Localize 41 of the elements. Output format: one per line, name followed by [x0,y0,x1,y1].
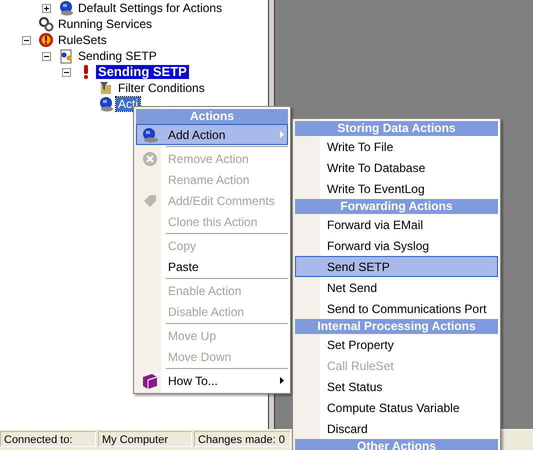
menu-item[interactable]: Add Action [136,124,288,145]
menu-item[interactable]: How To... [136,370,288,391]
menu-item[interactable]: Net Send [295,277,498,298]
menu-header: Storing Data Actions [295,121,498,136]
globe-icon [141,126,159,142]
collapse-icon[interactable] [62,68,71,76]
menu-header: Other Actions [295,439,498,450]
globe-icon [98,96,114,112]
gears-icon [38,16,54,32]
menu-item[interactable]: Set Property [295,334,498,355]
menu-item[interactable]: Send to Communications Port [295,298,498,319]
tag-icon [142,192,158,208]
remove-icon [142,150,158,166]
collapse-icon[interactable] [22,36,31,44]
globe-icon [58,0,74,16]
menu-item[interactable]: Set Status [295,376,498,397]
document-icon [58,48,74,64]
tree-item[interactable]: Running Services [56,17,154,31]
menu-item[interactable]: Write To EventLog [295,178,498,199]
filter-icon [98,80,114,96]
menu-header: Forwarding Actions [295,199,498,214]
menu-item[interactable]: Forward via EMail [295,214,498,235]
tree-item[interactable]: Default Settings for Actions [76,1,224,15]
menu-header: Actions [136,109,288,124]
menu-item[interactable]: Paste [136,256,288,277]
tree-item[interactable]: RuleSets [56,33,109,47]
menu-item[interactable]: Send SETP [295,256,498,277]
status-text: Connected to: [0,431,96,447]
tree-item[interactable]: Sending SETP [76,49,159,63]
menu-item[interactable]: Write To Database [295,157,498,178]
status-text: Changes made: 0 [194,431,291,447]
expand-icon[interactable] [42,4,51,12]
menu-item[interactable]: Forward via Syslog [295,235,498,256]
tree-item[interactable]: Filter Conditions [116,81,207,95]
menu-item[interactable]: Compute Status Variable [295,397,498,418]
collapse-icon[interactable] [42,52,51,60]
tree-item[interactable]: Sending SETP [96,65,189,79]
menu-item[interactable]: Discard [295,418,498,439]
menu-header: Internal Processing Actions [295,319,498,334]
status-text: My Computer [98,431,192,447]
menu-item[interactable]: Write To File [295,136,498,157]
